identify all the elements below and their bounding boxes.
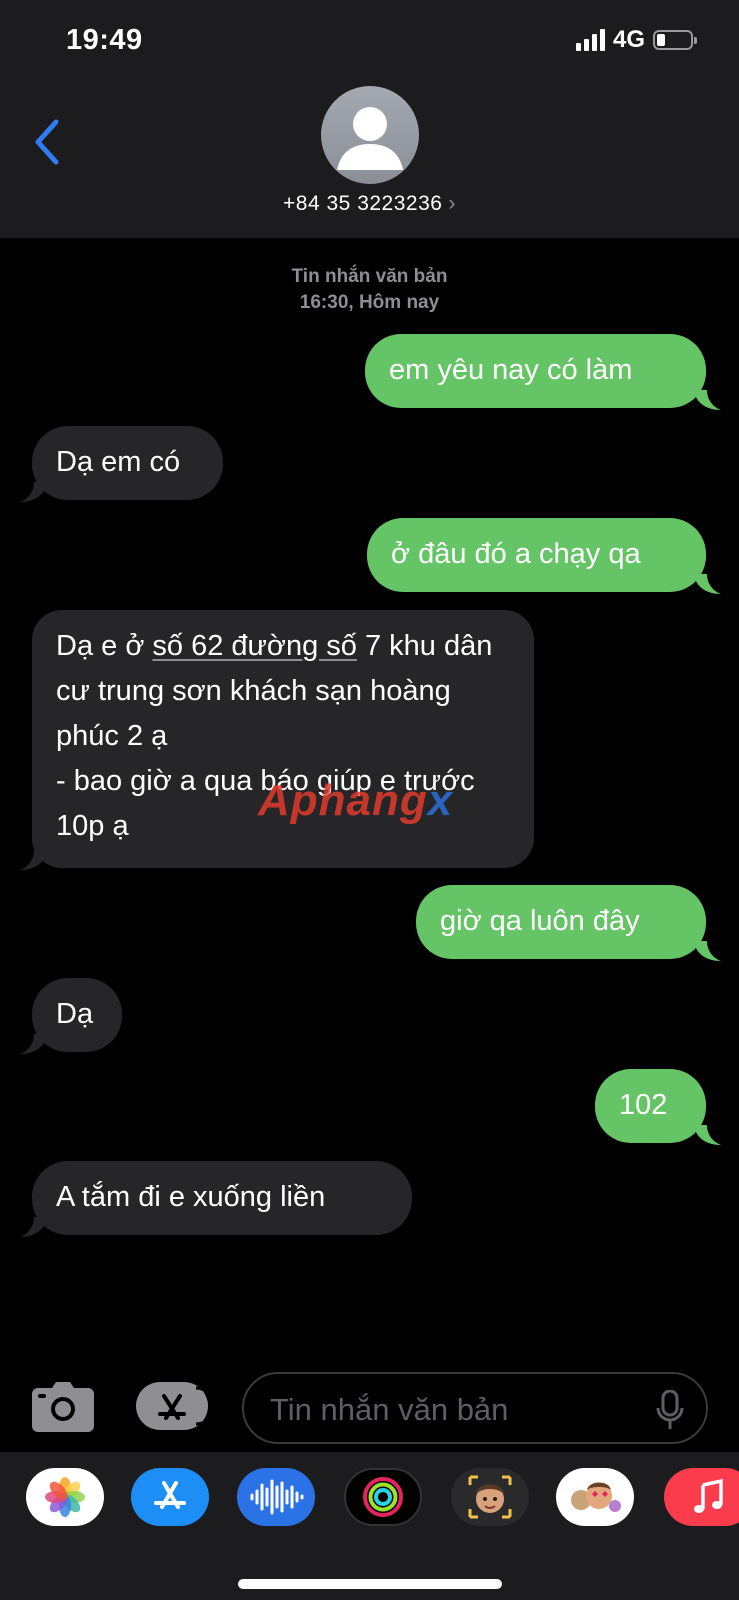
message-bubble-sent[interactable]: giờ qa luôn đây — [416, 885, 706, 959]
message-input[interactable] — [268, 1388, 632, 1432]
thread-timestamp: Tin nhắn văn bản 16:30, Hôm nay — [0, 264, 739, 316]
contact-number: +84 35 3223236 — [283, 192, 443, 215]
message-text: em yêu nay có làm — [389, 354, 633, 386]
message-bubble-sent[interactable]: ở đâu đó a chạy qa — [367, 518, 706, 592]
back-chevron-icon[interactable] — [28, 116, 68, 168]
message-bubble-sent[interactable]: em yêu nay có làm — [365, 334, 706, 408]
audio-waveform-icon — [250, 1479, 304, 1515]
composer-bar — [0, 1360, 739, 1450]
bubble-tail — [693, 1125, 721, 1145]
message-text: Dạ e ở — [56, 630, 153, 662]
bubble-tail — [20, 1034, 48, 1054]
message-text: - bao giờ a qua báo giúp e trước 10p ạ — [56, 765, 475, 842]
message-text: Dạ — [56, 998, 94, 1030]
music-note-icon — [694, 1478, 723, 1513]
message-bubble-received[interactable]: Dạ e ở số 62 đường số 7 khu dân cư trung… — [32, 610, 534, 868]
music-app-button[interactable] — [664, 1468, 739, 1526]
bubble-tail — [693, 390, 721, 410]
message-text-field[interactable] — [242, 1372, 708, 1444]
memoji-stickers-icon — [571, 1482, 621, 1512]
chevron-right-icon: › — [448, 192, 456, 215]
memoji-app-button[interactable] — [451, 1468, 529, 1526]
app-store-icon — [158, 1386, 216, 1426]
message-bubble-received[interactable]: Dạ em có — [32, 426, 223, 500]
battery-icon — [653, 30, 697, 50]
photos-app-button[interactable] — [26, 1468, 104, 1526]
memoji-stickers-app-button[interactable] — [556, 1468, 634, 1526]
message-text: 102 — [619, 1089, 668, 1121]
battery-level — [657, 34, 665, 46]
bubble-tail — [20, 1217, 48, 1237]
app-store-button[interactable] — [136, 1382, 216, 1430]
message-type-label: Tin nhắn văn bản — [291, 266, 448, 287]
timestamp-text: 16:30, Hôm nay — [299, 292, 440, 313]
photos-icon — [45, 1477, 85, 1517]
bubble-tail — [693, 941, 721, 961]
message-text: A tắm đi e xuống liền — [56, 1181, 326, 1213]
contact-name[interactable]: +84 35 3223236 › — [0, 192, 739, 216]
cellular-signal-icon — [575, 29, 605, 51]
status-time: 19:49 — [66, 24, 143, 56]
message-text: ở đâu đó a chạy qa — [391, 538, 641, 570]
network-type: 4G — [612, 26, 645, 53]
conversation-header: 19:49 4G +84 35 3223236 › — [0, 0, 739, 238]
bubble-tail — [693, 574, 721, 594]
message-text: giờ qa luôn đây — [440, 905, 640, 937]
memoji-icon — [468, 1475, 512, 1519]
activity-rings-icon — [363, 1477, 403, 1517]
audio-message-app-button[interactable] — [237, 1468, 315, 1526]
microphone-icon[interactable] — [656, 1390, 684, 1430]
camera-icon[interactable] — [32, 1382, 94, 1432]
message-text: Dạ em có — [56, 446, 181, 478]
app-store-app-button[interactable] — [131, 1468, 209, 1526]
bubble-tail — [20, 482, 48, 502]
activity-app-button[interactable] — [344, 1468, 422, 1526]
bubble-tail — [20, 850, 48, 870]
message-bubble-received[interactable]: A tắm đi e xuống liền — [32, 1161, 412, 1235]
message-bubble-sent[interactable]: 102 — [595, 1069, 706, 1143]
imessage-app-drawer — [0, 1452, 739, 1600]
contact-avatar[interactable] — [321, 86, 419, 184]
status-indicators: 4G — [575, 26, 697, 54]
home-indicator[interactable] — [238, 1579, 502, 1589]
person-silhouette-icon — [337, 107, 403, 170]
address-link[interactable]: số 62 đường số — [152, 630, 357, 662]
app-store-icon — [154, 1481, 186, 1509]
